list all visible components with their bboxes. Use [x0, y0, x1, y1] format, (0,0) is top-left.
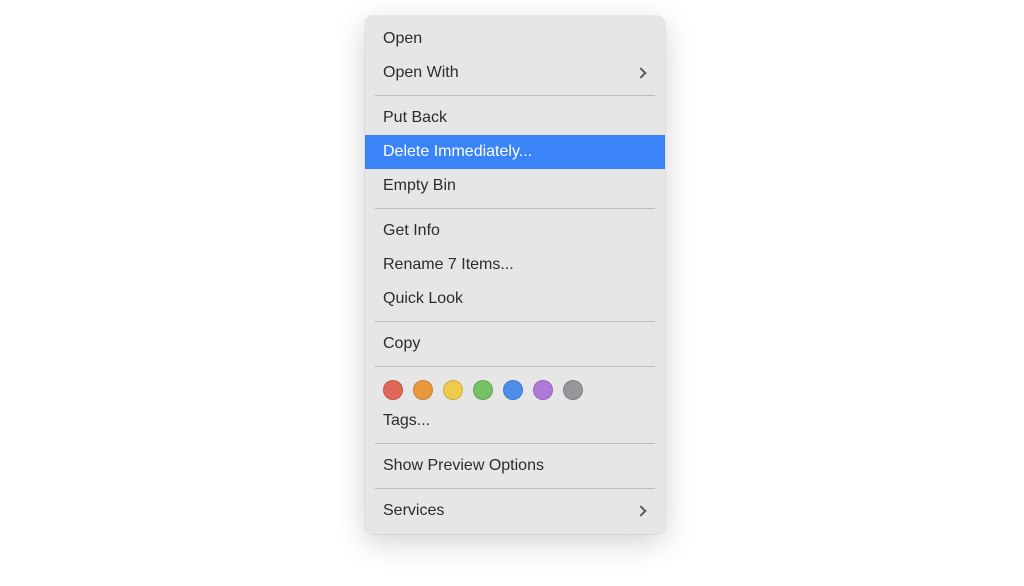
- menu-item-label: Open: [383, 27, 422, 51]
- menu-item-delete-immediately[interactable]: Delete Immediately...: [365, 135, 665, 169]
- menu-item-label: Open With: [383, 61, 459, 85]
- menu-item-label: Rename 7 Items...: [383, 253, 514, 277]
- tag-blue-icon[interactable]: [503, 380, 523, 400]
- menu-item-empty-bin[interactable]: Empty Bin: [365, 169, 665, 203]
- tag-yellow-icon[interactable]: [443, 380, 463, 400]
- menu-divider: [375, 321, 655, 322]
- menu-item-label: Services: [383, 499, 444, 523]
- menu-item-get-info[interactable]: Get Info: [365, 214, 665, 248]
- menu-item-rename-items[interactable]: Rename 7 Items...: [365, 248, 665, 282]
- menu-divider: [375, 443, 655, 444]
- tag-orange-icon[interactable]: [413, 380, 433, 400]
- menu-item-label: Delete Immediately...: [383, 140, 532, 164]
- menu-divider: [375, 208, 655, 209]
- tag-color-row: [365, 372, 665, 404]
- menu-item-quick-look[interactable]: Quick Look: [365, 282, 665, 316]
- menu-item-label: Quick Look: [383, 287, 463, 311]
- menu-divider: [375, 488, 655, 489]
- menu-item-services[interactable]: Services: [365, 494, 665, 528]
- menu-item-open[interactable]: Open: [365, 22, 665, 56]
- context-menu: Open Open With Put Back Delete Immediate…: [365, 16, 665, 534]
- menu-item-tags[interactable]: Tags...: [365, 404, 665, 438]
- menu-item-label: Show Preview Options: [383, 454, 544, 478]
- menu-item-label: Tags...: [383, 409, 430, 433]
- menu-item-open-with[interactable]: Open With: [365, 56, 665, 90]
- menu-item-label: Put Back: [383, 106, 447, 130]
- tag-purple-icon[interactable]: [533, 380, 553, 400]
- menu-item-copy[interactable]: Copy: [365, 327, 665, 361]
- menu-item-show-preview-options[interactable]: Show Preview Options: [365, 449, 665, 483]
- tag-gray-icon[interactable]: [563, 380, 583, 400]
- chevron-right-icon: [635, 505, 646, 516]
- tag-red-icon[interactable]: [383, 380, 403, 400]
- chevron-right-icon: [635, 67, 646, 78]
- menu-item-put-back[interactable]: Put Back: [365, 101, 665, 135]
- menu-item-label: Empty Bin: [383, 174, 456, 198]
- menu-divider: [375, 95, 655, 96]
- menu-item-label: Get Info: [383, 219, 440, 243]
- menu-item-label: Copy: [383, 332, 420, 356]
- menu-divider: [375, 366, 655, 367]
- tag-green-icon[interactable]: [473, 380, 493, 400]
